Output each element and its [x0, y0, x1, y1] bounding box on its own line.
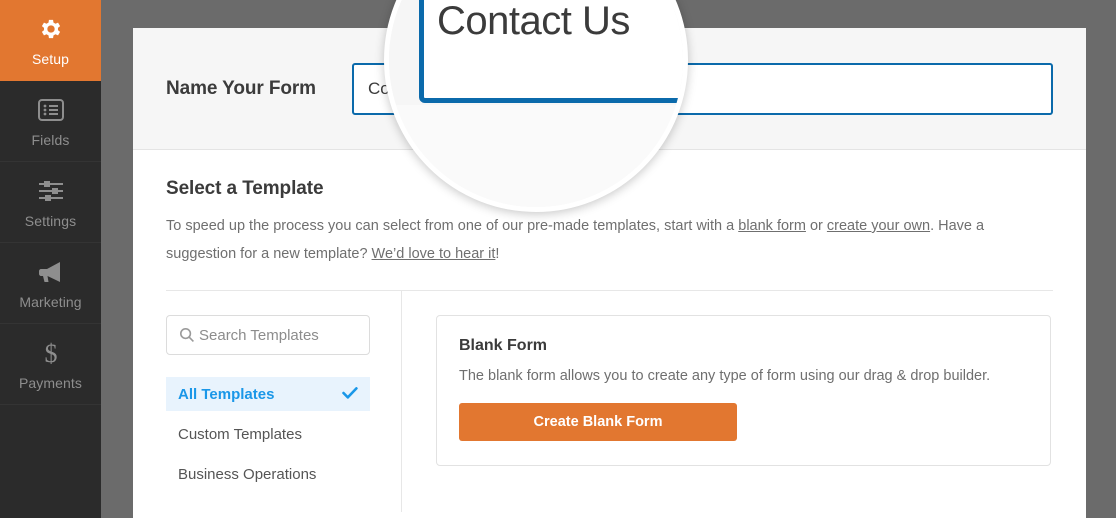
builder-sidebar: Setup Fields Settings Marketing $ Paymen…: [0, 0, 101, 518]
create-blank-form-button[interactable]: Create Blank Form: [459, 403, 737, 441]
form-name-label: Name Your Form: [166, 77, 316, 99]
desc-text-4: !: [495, 246, 500, 262]
template-columns: All Templates Custom Templates Busi: [166, 291, 1053, 512]
sidebar-item-settings[interactable]: Settings: [0, 162, 101, 243]
sidebar-item-fields[interactable]: Fields: [0, 81, 101, 162]
blank-form-description: The blank form allows you to create any …: [459, 368, 991, 384]
love-to-hear-it-link[interactable]: We’d love to hear it: [372, 246, 496, 262]
megaphone-icon: [36, 258, 66, 286]
template-category-column: All Templates Custom Templates Busi: [166, 291, 402, 512]
category-label: All Templates: [178, 385, 275, 403]
category-list: All Templates Custom Templates Business …: [166, 377, 401, 491]
blank-form-title: Blank Form: [459, 337, 548, 354]
category-label: Custom Templates: [178, 425, 302, 443]
magnifier-overlay: Contact Us: [384, 0, 688, 212]
category-label: Business Operations: [178, 465, 317, 483]
gear-icon: [36, 15, 66, 43]
sidebar-item-marketing[interactable]: Marketing: [0, 243, 101, 324]
sidebar-item-label: Marketing: [19, 293, 82, 310]
template-description: To speed up the process you can select f…: [166, 212, 1053, 268]
create-your-own-link[interactable]: create your own: [827, 218, 930, 234]
search-icon: [179, 327, 195, 348]
sliders-icon: [36, 177, 66, 205]
check-icon: [342, 386, 358, 404]
template-results-column: Blank Form The blank form allows you to …: [402, 291, 1053, 512]
category-item-custom-templates[interactable]: Custom Templates: [166, 417, 370, 451]
category-item-business-operations[interactable]: Business Operations: [166, 457, 370, 491]
sidebar-item-label: Payments: [18, 374, 83, 391]
desc-text-1: To speed up the process you can select f…: [166, 218, 739, 234]
sidebar-item-setup[interactable]: Setup: [0, 0, 101, 81]
sidebar-item-label: Settings: [24, 212, 77, 229]
sidebar-item-payments[interactable]: $ Payments: [0, 324, 101, 405]
svg-text:$: $: [44, 339, 57, 367]
blank-form-card[interactable]: Blank Form The blank form allows you to …: [436, 315, 1051, 466]
sidebar-item-label: Setup: [31, 50, 70, 67]
sidebar-filler: [0, 405, 101, 518]
category-item-all-templates[interactable]: All Templates: [166, 377, 370, 411]
magnifier-content: Contact Us: [389, 0, 683, 207]
magnified-form-name-value: Contact Us: [437, 0, 630, 43]
blank-form-link[interactable]: blank form: [738, 218, 806, 234]
search-templates-box[interactable]: [166, 315, 370, 355]
dollar-icon: $: [36, 339, 66, 367]
sidebar-item-label: Fields: [31, 131, 70, 148]
search-input[interactable]: [167, 326, 369, 344]
app-root: Setup Fields Settings Marketing $ Paymen…: [0, 0, 1116, 518]
desc-text-2: or: [805, 218, 827, 234]
list-icon: [36, 96, 66, 124]
magnifier-body-band: [389, 105, 683, 207]
